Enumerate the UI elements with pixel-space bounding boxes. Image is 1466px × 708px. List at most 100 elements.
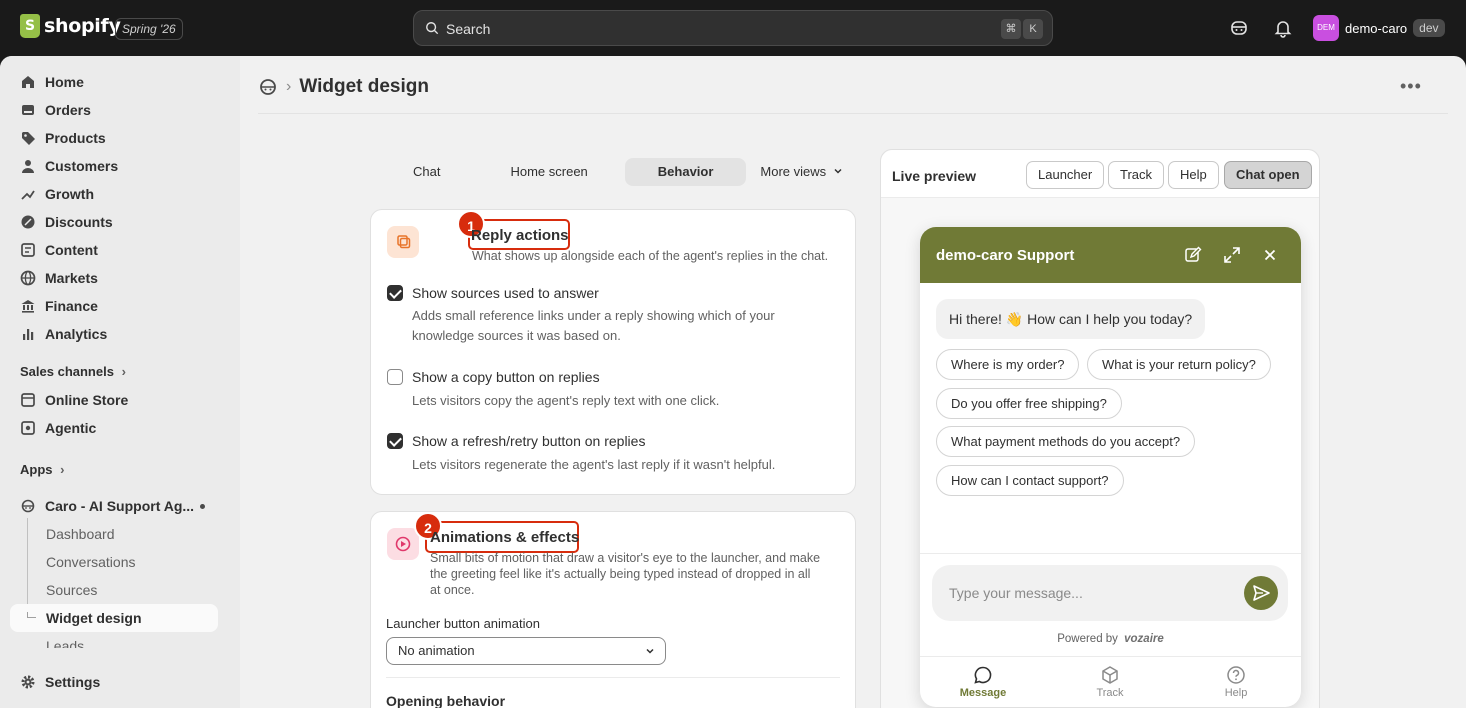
app-breadcrumb-icon[interactable] [258,77,278,97]
sidebar-subitem-conversations[interactable]: Conversations [46,554,136,570]
suggestion-chip[interactable]: What payment methods do you accept? [936,426,1196,457]
select-value: No animation [398,643,475,658]
tab-more-views[interactable]: More views [750,158,852,186]
sidebar-item-growth[interactable]: Growth [10,181,218,207]
chat-nav-track[interactable]: Track [1060,665,1160,699]
sidebar-item-label: Analytics [45,326,108,342]
question-icon [1227,666,1245,684]
preview-title: Live preview [892,168,977,184]
preview-help-button[interactable]: Help [1168,161,1219,189]
unread-dot [200,504,205,509]
shortcut-k-key: K [1023,19,1043,39]
tab-behavior[interactable]: Behavior [624,158,747,186]
suggestion-chip[interactable]: Where is my order? [936,349,1080,380]
copy-option-help: Lets visitors copy the agent's reply tex… [412,393,720,408]
tree-branch-icon [27,612,36,618]
account-menu[interactable]: DEM demo-caro dev [1313,15,1445,41]
message-input[interactable]: Type your message... [932,565,1288,621]
tab-home-screen[interactable]: Home screen [477,158,620,186]
card-description: What shows up alongside each of the agen… [472,249,829,263]
sales-channels-label: Sales channels [20,364,114,379]
search-placeholder: Search [446,21,491,37]
compose-icon[interactable] [1184,246,1202,264]
gear-icon [21,675,35,689]
preview-track-button[interactable]: Track [1108,161,1165,189]
sources-checkbox[interactable] [387,285,403,301]
top-bar: shopify Spring '26 Search ⌘ K DEM demo-c… [0,0,1466,56]
edition-badge[interactable]: Spring '26 [115,18,183,40]
chat-nav-message[interactable]: Message [933,665,1033,699]
suggestion-chip[interactable]: What is your return policy? [1087,349,1271,380]
package-icon [1102,666,1118,684]
tab-chat[interactable]: Chat [380,158,473,186]
home-icon [22,76,34,88]
shopify-logo[interactable]: shopify [20,14,121,38]
sidebar-item-customers[interactable]: Customers [10,153,218,179]
more-actions-icon[interactable]: ••• [1400,76,1422,97]
chart-icon [23,329,34,340]
sidebar-item-analytics[interactable]: Analytics [10,321,218,347]
sidebar-subitem-leads[interactable]: Leads [46,638,84,648]
animations-card: 2 Animations & effects Small bits of mot… [370,511,856,708]
tab-more-views-label: More views [760,164,827,179]
expand-icon[interactable] [1223,246,1241,264]
sidebar-item-products[interactable]: Products [10,125,218,151]
chat-nav-divider [920,656,1301,657]
app-name-label: Caro - AI Support Ag... [45,498,195,514]
copy-option-label: Show a copy button on replies [412,369,600,385]
sidebar-item-label: Customers [45,158,119,174]
tree-line [27,518,28,614]
shopify-bag-icon [20,14,40,38]
page-title: Widget design [299,76,429,97]
chat-nav-help[interactable]: Help [1186,665,1286,699]
preview-chat-open-button[interactable]: Chat open [1224,161,1312,189]
close-icon[interactable] [1261,246,1279,264]
refresh-button-checkbox[interactable] [387,433,403,449]
bell-icon[interactable] [1273,18,1293,38]
copy-button-checkbox[interactable] [387,369,403,385]
growth-icon [21,190,35,200]
refresh-option-help: Lets visitors regenerate the agent's las… [412,457,776,472]
store-icon [21,393,35,407]
sidebar-item-finance[interactable]: Finance [10,293,218,319]
sidebar-subitem-sources[interactable]: Sources [46,582,97,598]
sidebar-subitem-widget-design[interactable]: Widget design [46,610,142,626]
chevron-down-icon [646,648,654,654]
person-icon [22,160,34,173]
search-bar[interactable]: Search ⌘ K [413,10,1053,46]
greeting-message: Hi there! 👋 How can I help you today? [936,299,1206,339]
breadcrumb-chevron-icon: › [286,78,292,95]
chat-nav-label: Message [959,687,1007,699]
sales-channels-heading[interactable]: Sales channels › [20,364,126,379]
sidebar-item-markets[interactable]: Markets [10,265,218,291]
sidebar-item-agentic[interactable]: Agentic [10,415,218,441]
suggestion-chip[interactable]: How can I contact support? [936,465,1124,496]
card-title: Animations & effects [430,529,580,546]
apps-label: Apps [20,462,53,477]
sidebar-subitem-dashboard[interactable]: Dashboard [46,526,115,542]
launcher-animation-select[interactable]: No animation [386,637,666,665]
input-placeholder: Type your message... [949,585,1083,601]
sidekick-icon[interactable] [1229,18,1249,38]
section-divider [386,677,840,678]
sources-option-help: Adds small reference links under a reply… [412,306,775,346]
apps-heading[interactable]: Apps › [20,462,64,477]
send-button[interactable] [1244,576,1278,610]
sidebar-item-orders[interactable]: Orders [10,97,218,123]
sidebar-item-home[interactable]: Home [10,69,218,95]
sidebar-item-label: Finance [45,298,98,314]
sidebar-item-content[interactable]: Content [10,237,218,263]
desc-line: at once. [430,583,475,597]
sidebar-item-label: Discounts [45,214,113,230]
view-tabs: Chat Home screen Behavior More views [380,158,853,188]
search-icon [426,22,439,35]
powered-by-brand[interactable]: vozaire [1124,633,1164,645]
main-content: › Widget design ••• Chat Home screen Beh… [240,56,1466,708]
suggestion-chip[interactable]: Do you offer free shipping? [936,388,1122,419]
sidebar-item-online-store[interactable]: Online Store [10,387,218,413]
sidebar-item-settings[interactable]: Settings [10,669,218,695]
sources-option-label: Show sources used to answer [412,285,599,301]
sidebar-item-discounts[interactable]: Discounts [10,209,218,235]
preview-launcher-button[interactable]: Launcher [1026,161,1105,189]
sidebar-item-caro-app[interactable]: Caro - AI Support Ag... [10,493,218,519]
